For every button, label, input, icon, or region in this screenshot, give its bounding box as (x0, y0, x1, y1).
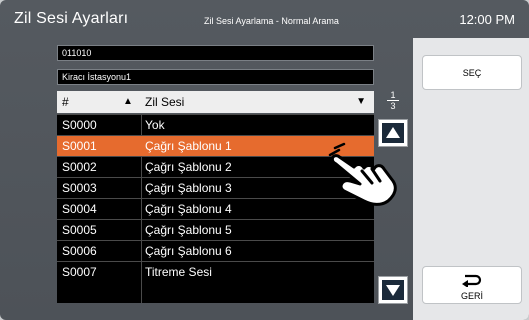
code-field: 011010 (57, 45, 374, 61)
row-code: S0005 (62, 223, 97, 237)
down-arrow-icon (386, 285, 400, 296)
row-name: Yok (145, 118, 165, 132)
select-button[interactable]: SEÇ (422, 55, 522, 90)
row-code: S0003 (62, 181, 97, 195)
column-header-number: # (62, 95, 69, 109)
page-title: Zil Sesi Ayarları (14, 10, 129, 27)
table-row[interactable]: S0000 Yok (57, 114, 374, 136)
screen: Zil Sesi Ayarları Zil Sesi Ayarlama - No… (0, 0, 529, 320)
table-row[interactable]: S0007 Titreme Sesi (57, 261, 374, 283)
row-code: S0006 (62, 244, 97, 258)
clock: 12:00 PM (459, 12, 515, 27)
row-name: Çağrı Şablonu 2 (145, 160, 232, 174)
row-code: S0002 (62, 160, 97, 174)
row-code: S0004 (62, 202, 97, 216)
page-indicator: 1 3 (378, 90, 408, 111)
scroll-down-button[interactable] (378, 276, 408, 304)
row-name: Titreme Sesi (145, 265, 212, 279)
hand-pointer-icon (328, 142, 397, 206)
header: Zil Sesi Ayarları Zil Sesi Ayarlama - No… (0, 0, 529, 38)
column-header-ringtone: Zil Sesi (145, 95, 185, 109)
scroll-up-inner (382, 123, 404, 143)
up-triangle-icon[interactable]: ▲ (123, 96, 133, 107)
up-arrow-icon (386, 127, 400, 138)
back-arrow-icon (462, 274, 482, 287)
row-code: S0007 (62, 265, 97, 279)
row-name: Çağrı Şablonu 3 (145, 181, 232, 195)
row-name: Çağrı Şablonu 4 (145, 202, 232, 216)
station-field: Kiracı İstasyonu1 (57, 69, 374, 85)
page-subtitle: Zil Sesi Ayarlama - Normal Arama (204, 16, 339, 26)
table-row[interactable]: S0005 Çağrı Şablonu 5 (57, 219, 374, 241)
row-name: Çağrı Şablonu 5 (145, 223, 232, 237)
back-button-label: GERİ (460, 291, 483, 301)
page-total: 3 (390, 101, 396, 111)
table-row[interactable]: S0006 Çağrı Şablonu 6 (57, 240, 374, 262)
scroll-down-inner (382, 280, 404, 300)
back-button[interactable]: GERİ (422, 266, 522, 304)
row-name: Çağrı Şablonu 1 (145, 139, 232, 153)
down-triangle-icon[interactable]: ▼ (356, 96, 366, 107)
row-code: S0001 (62, 139, 97, 153)
page-current: 1 (390, 90, 396, 100)
table-header: # ▲ Zil Sesi ▼ (57, 91, 374, 113)
row-code: S0000 (62, 118, 97, 132)
select-button-label: SEÇ (462, 68, 482, 78)
row-name: Çağrı Şablonu 6 (145, 244, 232, 258)
